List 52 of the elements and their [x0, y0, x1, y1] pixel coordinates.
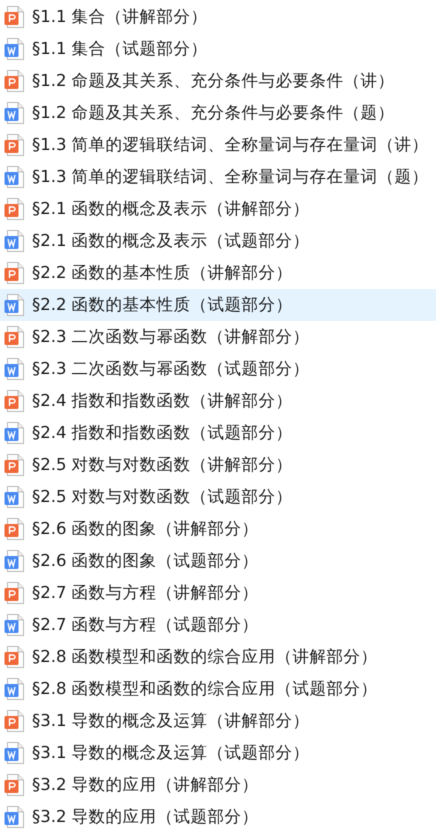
file-name: §2.4 指数和指数函数（试题部分）	[32, 422, 293, 444]
file-item[interactable]: §2.5 对数与对数函数（试题部分）	[0, 481, 436, 513]
file-name: §2.3 二次函数与幂函数（试题部分）	[32, 358, 310, 380]
file-item[interactable]: §2.8 函数模型和函数的综合应用（讲解部分）	[0, 641, 436, 673]
file-name: §2.2 函数的基本性质（试题部分）	[32, 294, 293, 316]
file-name: §2.1 函数的概念及表示（试题部分）	[32, 230, 310, 252]
file-name: §1.3 简单的逻辑联结词、全称量词与存在量词（题）	[32, 166, 429, 188]
file-name: §3.2 导数的应用（试题部分）	[32, 806, 259, 828]
file-item[interactable]: §1.1 集合（讲解部分）	[0, 1, 436, 33]
file-name: §2.5 对数与对数函数（试题部分）	[32, 486, 293, 508]
file-name: §1.1 集合（讲解部分）	[32, 6, 208, 28]
file-item[interactable]: §1.3 简单的逻辑联结词、全称量词与存在量词（讲）	[0, 129, 436, 161]
file-item[interactable]: §3.1 导数的概念及运算（讲解部分）	[0, 705, 436, 737]
file-item[interactable]: §2.7 函数与方程（讲解部分）	[0, 577, 436, 609]
file-item[interactable]: §2.8 函数模型和函数的综合应用（试题部分）	[0, 673, 436, 705]
file-item[interactable]: §2.6 函数的图象（讲解部分）	[0, 513, 436, 545]
file-item[interactable]: §1.1 集合（试题部分）	[0, 33, 436, 65]
file-item[interactable]: §3.2 导数的应用（试题部分）	[0, 801, 436, 833]
file-name: §2.7 函数与方程（讲解部分）	[32, 582, 259, 604]
file-name: §2.8 函数模型和函数的综合应用（试题部分）	[32, 678, 378, 700]
file-name: §3.1 导数的概念及运算（讲解部分）	[32, 710, 310, 732]
file-item[interactable]: §2.1 函数的概念及表示（试题部分）	[0, 225, 436, 257]
file-name: §2.6 函数的图象（讲解部分）	[32, 518, 259, 540]
file-name: §3.1 导数的概念及运算（试题部分）	[32, 742, 310, 764]
file-item[interactable]: §3.1 导数的概念及运算（试题部分）	[0, 737, 436, 769]
file-name: §2.4 指数和指数函数（讲解部分）	[32, 390, 293, 412]
file-item[interactable]: §3.2 导数的应用（讲解部分）	[0, 769, 436, 801]
file-item[interactable]: §1.3 简单的逻辑联结词、全称量词与存在量词（题）	[0, 161, 436, 193]
file-name: §2.7 函数与方程（试题部分）	[32, 614, 259, 636]
file-name: §1.3 简单的逻辑联结词、全称量词与存在量词（讲）	[32, 134, 429, 156]
file-name: §3.2 导数的应用（讲解部分）	[32, 774, 259, 796]
file-name: §2.5 对数与对数函数（讲解部分）	[32, 454, 293, 476]
file-item[interactable]: §1.2 命题及其关系、充分条件与必要条件（讲）	[0, 65, 436, 97]
file-name: §2.2 函数的基本性质（讲解部分）	[32, 262, 293, 284]
file-name: §1.2 命题及其关系、充分条件与必要条件（题）	[32, 102, 395, 124]
file-name: §2.1 函数的概念及表示（讲解部分）	[32, 198, 310, 220]
file-item[interactable]: §2.3 二次函数与幂函数（试题部分）	[0, 353, 436, 385]
file-item[interactable]: §2.5 对数与对数函数（讲解部分）	[0, 449, 436, 481]
file-name: §2.3 二次函数与幂函数（讲解部分）	[32, 326, 310, 348]
file-name: §1.1 集合（试题部分）	[32, 38, 208, 60]
file-item[interactable]: §2.6 函数的图象（试题部分）	[0, 545, 436, 577]
file-item[interactable]: §2.2 函数的基本性质（讲解部分）	[0, 257, 436, 289]
file-item[interactable]: §2.7 函数与方程（试题部分）	[0, 609, 436, 641]
file-name: §2.8 函数模型和函数的综合应用（讲解部分）	[32, 646, 378, 668]
file-item[interactable]: §2.4 指数和指数函数（讲解部分）	[0, 385, 436, 417]
file-item[interactable]: §2.2 函数的基本性质（试题部分）	[0, 289, 436, 321]
file-name: §1.2 命题及其关系、充分条件与必要条件（讲）	[32, 70, 395, 92]
file-item[interactable]: §2.4 指数和指数函数（试题部分）	[0, 417, 436, 449]
file-item[interactable]: §2.3 二次函数与幂函数（讲解部分）	[0, 321, 436, 353]
file-item[interactable]: §1.2 命题及其关系、充分条件与必要条件（题）	[0, 97, 436, 129]
file-item[interactable]: §2.1 函数的概念及表示（讲解部分）	[0, 193, 436, 225]
file-name: §2.6 函数的图象（试题部分）	[32, 550, 259, 572]
